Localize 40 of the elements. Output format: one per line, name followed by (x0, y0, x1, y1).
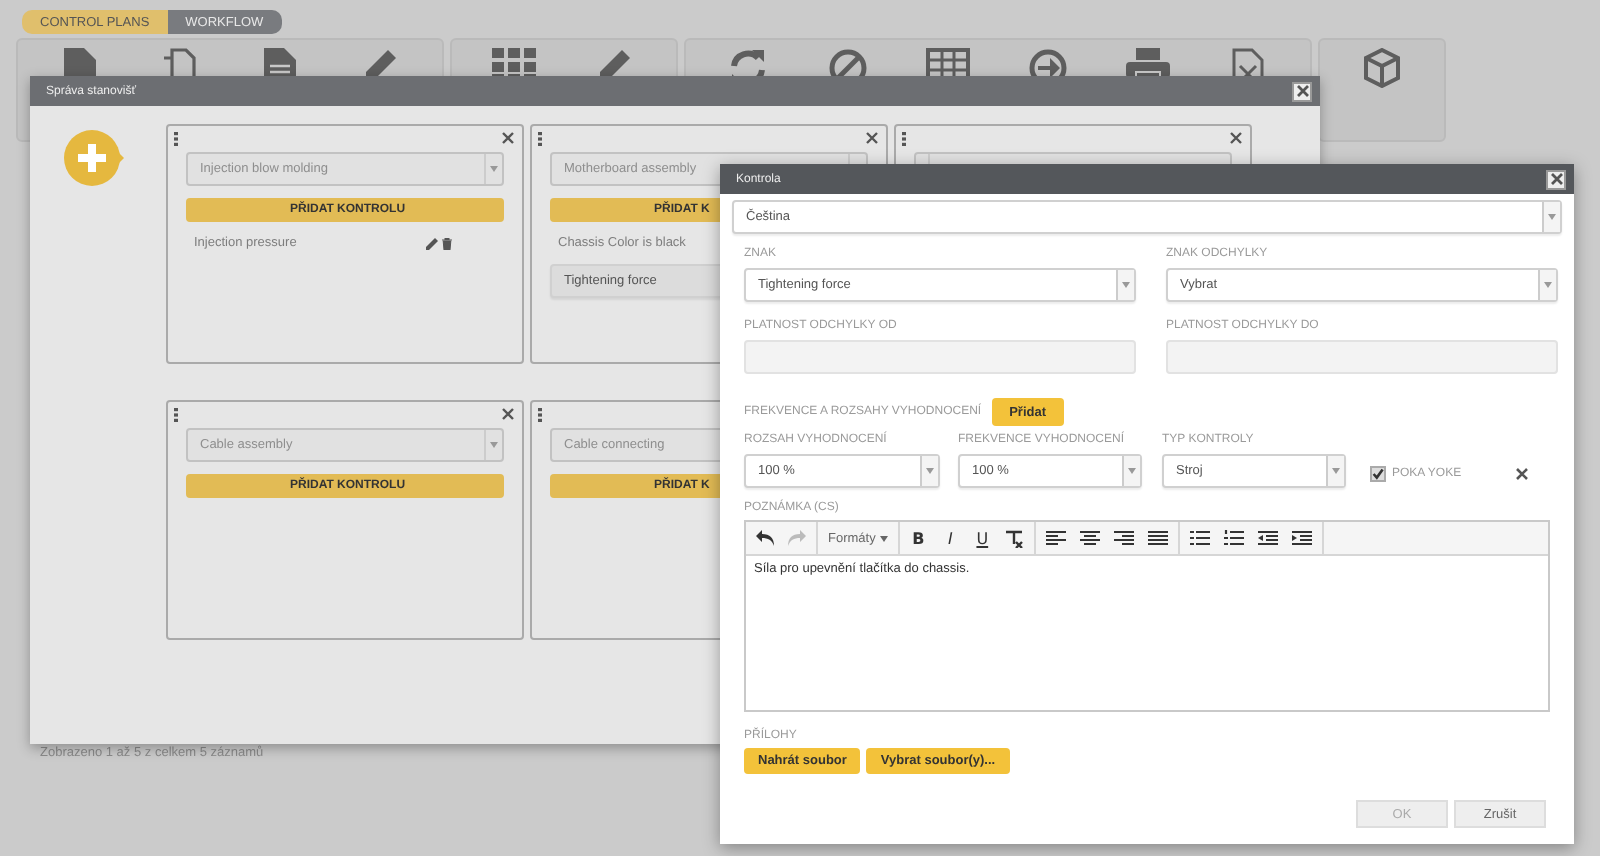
drag-handle-icon[interactable] (174, 408, 178, 422)
caret-icon (1548, 214, 1556, 220)
cube-icon[interactable] (1362, 48, 1402, 88)
outdent-icon[interactable] (1257, 530, 1278, 546)
format-button[interactable]: U (973, 529, 992, 547)
close-icon[interactable] (502, 132, 514, 144)
close-button[interactable] (1546, 169, 1566, 189)
close-icon[interactable] (502, 408, 514, 420)
caret-icon (1128, 468, 1136, 474)
caret-icon (926, 468, 934, 474)
align-icon[interactable] (1079, 530, 1100, 546)
close-button[interactable] (1292, 81, 1312, 101)
drag-handle-icon[interactable] (902, 132, 906, 146)
caret-icon (1544, 282, 1552, 288)
caret-icon (1332, 468, 1340, 474)
align-icon[interactable] (1147, 530, 1168, 546)
drag-handle-icon[interactable] (538, 408, 542, 422)
close-icon[interactable] (1515, 467, 1528, 479)
trash-icon[interactable] (442, 237, 452, 249)
close-icon[interactable] (1230, 132, 1242, 144)
checkbox[interactable] (1370, 465, 1386, 481)
caret-icon (490, 166, 498, 172)
drag-handle-icon[interactable] (174, 132, 178, 146)
numbered-list-icon[interactable] (1223, 530, 1244, 546)
align-icon[interactable] (1113, 530, 1134, 546)
align-icon[interactable] (1045, 530, 1066, 546)
format-button[interactable]: B (909, 529, 928, 547)
input-field[interactable] (744, 340, 1136, 374)
drag-handle-icon[interactable] (538, 132, 542, 146)
format-button[interactable]: I (941, 529, 960, 547)
bullet-list-icon[interactable] (1189, 530, 1210, 546)
undo-icon[interactable] (756, 530, 774, 546)
caret-icon (879, 535, 888, 541)
indent-icon[interactable] (1291, 530, 1312, 546)
clear-format-icon[interactable] (1005, 529, 1024, 547)
pencil-icon[interactable] (426, 237, 438, 249)
caret-icon (490, 442, 498, 448)
close-icon[interactable] (866, 132, 878, 144)
caret-icon (1122, 282, 1130, 288)
input-field[interactable] (1166, 340, 1558, 374)
